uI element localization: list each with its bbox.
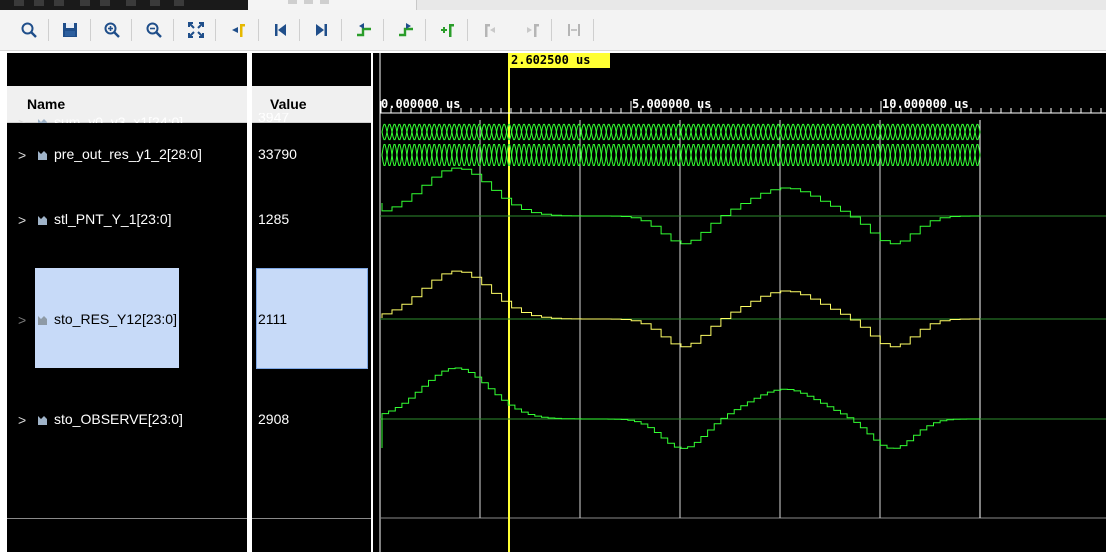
bus-signal-icon — [37, 313, 49, 329]
go-to-end-icon[interactable] — [310, 18, 334, 42]
signal-value: 2111 — [258, 311, 288, 327]
trace-sum-y0-y3-x1 — [381, 123, 981, 141]
cursor-time-label[interactable]: 2.602500 us — [509, 53, 610, 68]
signal-value: 1285 — [258, 211, 290, 227]
next-marker-icon[interactable] — [520, 18, 544, 42]
signal-row-sto-observe[interactable]: > sto_OBSERVE[23:0] — [7, 410, 247, 430]
signal-row-sto-res-y12[interactable]: > sto_RES_Y12[23:0] — [7, 310, 247, 330]
expand-chevron-icon[interactable]: > — [18, 412, 26, 428]
add-marker-icon[interactable] — [436, 18, 460, 42]
trace-stl-pnt-y-1 — [380, 167, 1106, 245]
timeline-label-0: 0.000000 us — [381, 97, 461, 111]
signal-traces — [380, 123, 1106, 449]
trace-pre-out-res — [381, 144, 981, 166]
zoom-fit-icon[interactable] — [184, 18, 208, 42]
signal-row-pre-out-res[interactable]: > pre_out_res_y1_2[28:0] — [7, 145, 247, 165]
tab-strip — [0, 0, 1106, 10]
signal-value: 2908 — [258, 411, 290, 427]
time-grid — [379, 53, 1106, 552]
tab-secondary[interactable] — [248, 0, 417, 10]
trace-sto-res-y12 — [380, 270, 1106, 348]
previous-marker-icon[interactable] — [478, 18, 502, 42]
bus-signal-icon — [37, 116, 49, 123]
waveform-toolbar — [0, 10, 1106, 51]
next-transition-icon[interactable] — [394, 18, 418, 42]
signal-name: sto_RES_Y12[23:0] — [54, 311, 177, 327]
save-icon[interactable] — [58, 18, 82, 42]
go-to-cursor-icon[interactable] — [226, 18, 250, 42]
signal-name: sum_y0_y3_x1[24:0] — [54, 115, 184, 123]
zoom-out-icon[interactable] — [142, 18, 166, 42]
timeline-label-2: 10.000000 us — [882, 97, 969, 111]
value-header-label: Value — [270, 96, 307, 112]
time-ruler — [380, 101, 1106, 114]
trace-sto-observe — [380, 367, 1106, 449]
signal-row-sum-y0-y3-x1[interactable]: > sum_y0_y3_x1[24:0] — [7, 115, 247, 123]
signal-name: pre_out_res_y1_2[28:0] — [54, 146, 202, 162]
name-header-label: Name — [27, 96, 66, 112]
search-icon[interactable] — [17, 18, 41, 42]
bus-signal-icon — [37, 148, 49, 164]
expand-chevron-icon[interactable]: > — [18, 115, 26, 123]
expand-chevron-icon[interactable]: > — [18, 147, 26, 163]
expand-chevron-icon[interactable]: > — [18, 212, 26, 228]
bus-signal-icon — [37, 213, 49, 229]
tab-waveform-active[interactable] — [0, 0, 248, 10]
waveform-plot[interactable] — [373, 53, 1106, 552]
swap-cursors-icon[interactable] — [562, 18, 586, 42]
timeline-label-1: 5.000000 us — [632, 97, 712, 111]
signal-name: stl_PNT_Y_1[23:0] — [54, 211, 172, 227]
expand-chevron-icon[interactable]: > — [18, 312, 26, 328]
zoom-in-icon[interactable] — [100, 18, 124, 42]
signal-row-stl-pnt-y-1[interactable]: > stl_PNT_Y_1[23:0] — [7, 210, 247, 230]
previous-transition-icon[interactable] — [352, 18, 376, 42]
go-to-start-icon[interactable] — [268, 18, 292, 42]
signal-value: 3947 — [258, 113, 290, 123]
signal-name: sto_OBSERVE[23:0] — [54, 411, 183, 427]
signal-value: 33790 — [258, 146, 297, 162]
bus-signal-icon — [37, 413, 49, 429]
